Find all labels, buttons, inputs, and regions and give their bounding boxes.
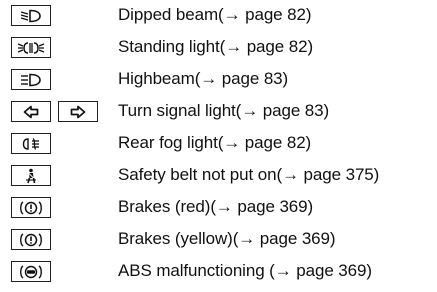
indicator-label: Rear fog light(→ page 82) xyxy=(118,133,312,152)
brake-icon xyxy=(20,232,42,247)
indicator-row-standing-light: Standing light(→ page 82) xyxy=(0,32,437,64)
indicator-box xyxy=(11,133,51,154)
indicator-row-high-beam: Highbeam(→ page 83) xyxy=(0,64,437,96)
indicator-box xyxy=(11,5,51,26)
indicator-box-left xyxy=(11,101,51,122)
rear-fog-light-icon xyxy=(22,137,39,150)
indicator-row-brakes-red: Brakes (red)(→ page 369) xyxy=(0,192,437,224)
indicator-label: Highbeam(→ page 83) xyxy=(118,69,289,88)
indicator-box xyxy=(11,229,51,250)
indicator-label: Brakes (red)(→ page 369) xyxy=(118,197,314,216)
indicator-row-brakes-yellow: Brakes (yellow)(→ page 369) xyxy=(0,224,437,256)
indicator-box xyxy=(11,197,51,218)
seat-belt-icon xyxy=(26,168,36,183)
indicator-row-seat-belt: Safety belt not put on(→ page 375) xyxy=(0,160,437,192)
dipped-beam-icon xyxy=(20,9,41,22)
high-beam-icon xyxy=(21,73,41,86)
indicator-box-right xyxy=(58,101,98,122)
indicator-row-dipped-beam: Dipped beam(→ page 82) xyxy=(0,0,437,32)
turn-signal-right-icon xyxy=(70,105,86,118)
indicator-row-abs: ABS malfunctioning (→ page 369) xyxy=(0,256,437,288)
abs-icon xyxy=(20,264,42,279)
indicator-label: Dipped beam(→ page 82) xyxy=(118,5,312,24)
brake-icon xyxy=(20,200,42,215)
turn-signal-left-icon xyxy=(23,105,39,118)
indicator-box xyxy=(11,69,51,90)
indicator-row-turn-signal: Turn signal light(→ page 83) xyxy=(0,96,437,128)
indicator-label: Safety belt not put on(→ page 375) xyxy=(118,165,380,184)
indicator-box xyxy=(11,37,51,58)
indicator-label: Brakes (yellow)(→ page 369) xyxy=(118,229,336,248)
standing-light-icon xyxy=(17,41,45,54)
indicator-box xyxy=(11,165,51,186)
indicator-label: ABS malfunctioning (→ page 369) xyxy=(118,261,372,280)
indicator-label: Turn signal light(→ page 83) xyxy=(118,101,330,120)
indicator-label: Standing light(→ page 82) xyxy=(118,37,314,56)
indicator-row-rear-fog-light: Rear fog light(→ page 82) xyxy=(0,128,437,160)
indicator-box xyxy=(11,261,51,282)
